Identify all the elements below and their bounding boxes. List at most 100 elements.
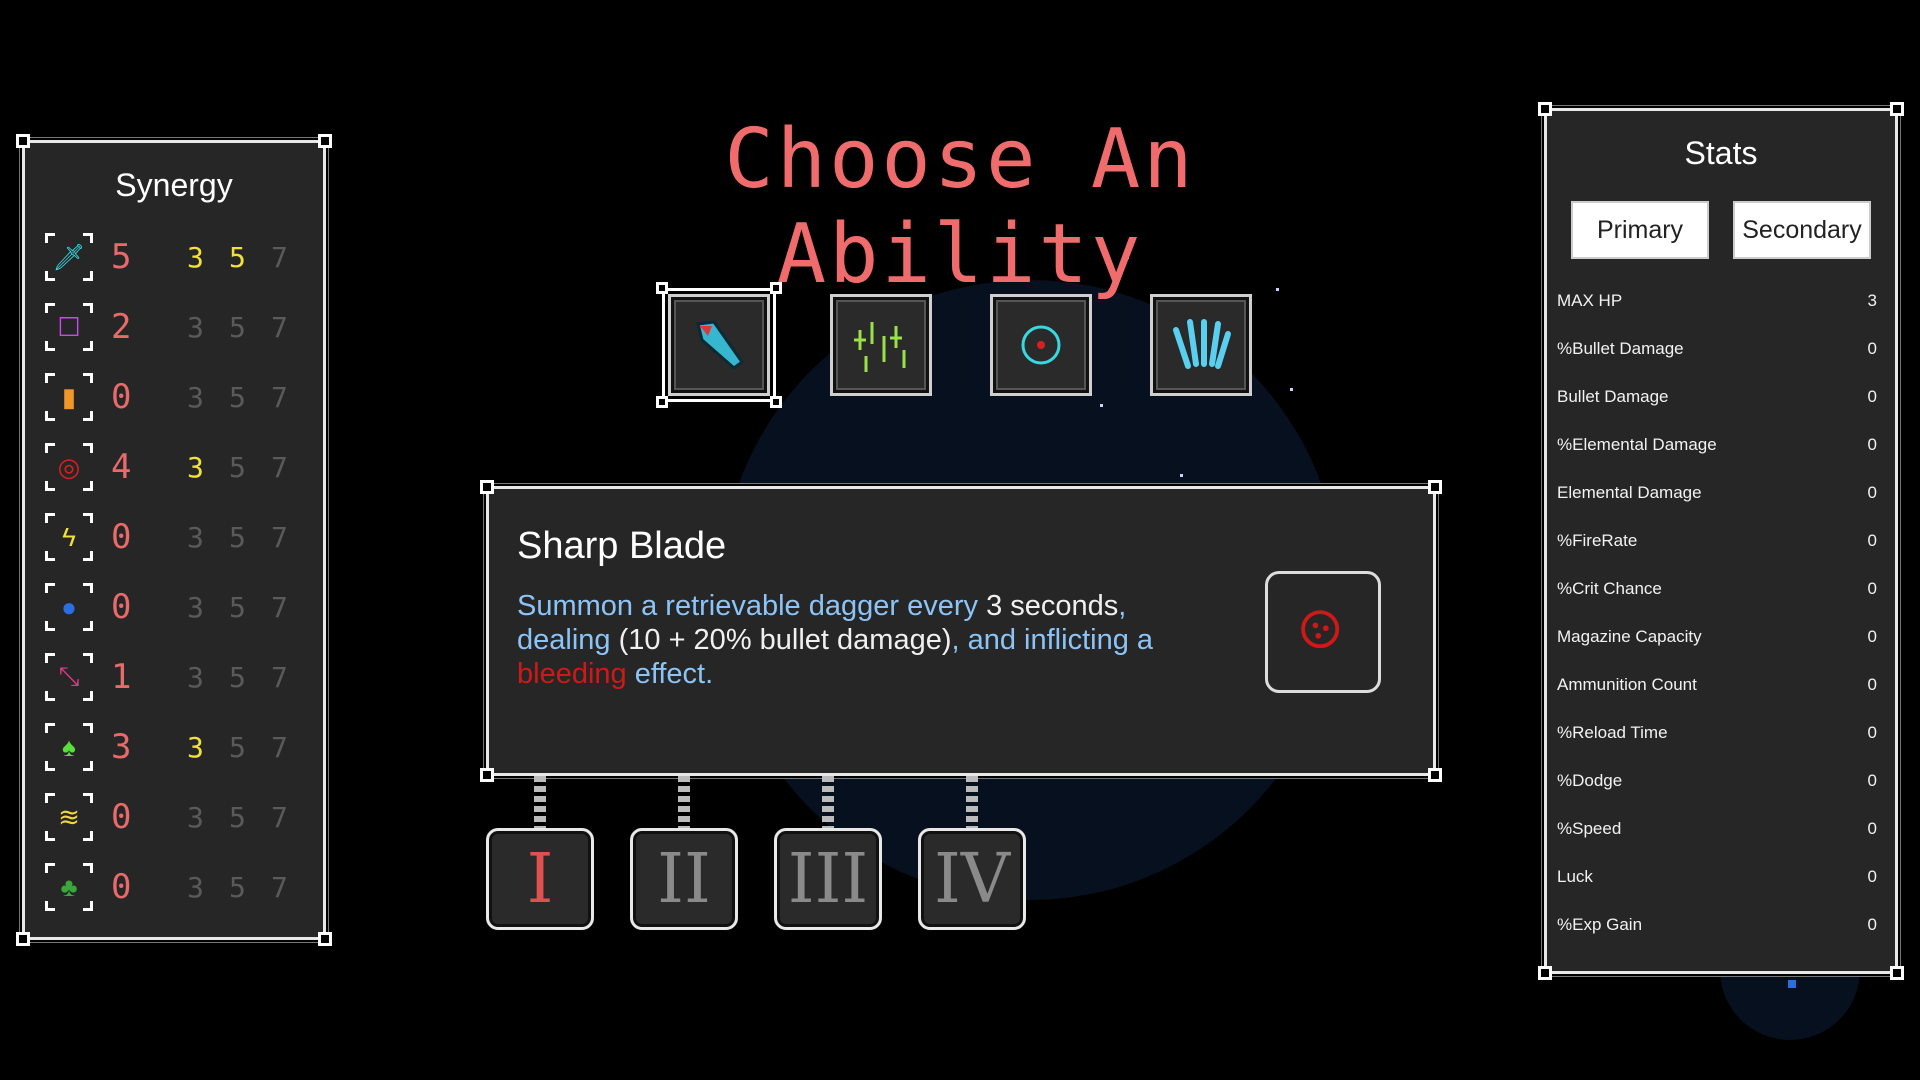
synergy-row: ⤡ 1 357 — [45, 653, 305, 703]
synergy-threshold: 7 — [271, 241, 288, 274]
synergy-threshold: 7 — [271, 381, 288, 414]
synergy-threshold: 3 — [187, 661, 204, 694]
synergy-count: 0 — [111, 797, 132, 837]
ability-slot-3[interactable] — [990, 294, 1092, 396]
synergy-glyph: ◎ — [57, 451, 81, 482]
synergy-count: 5 — [111, 237, 132, 277]
tab-primary[interactable]: Primary — [1571, 201, 1709, 259]
synergy-threshold: 5 — [229, 591, 246, 624]
synergy-threshold: 5 — [229, 731, 246, 764]
selection-corner — [770, 282, 782, 294]
stat-value: 0 — [1867, 531, 1877, 550]
star — [1180, 474, 1183, 477]
synergy-threshold: 7 — [271, 731, 288, 764]
synergy-threshold: 3 — [187, 241, 204, 274]
synergy-threshold: 5 — [229, 521, 246, 554]
stat-value: 3 — [1867, 291, 1877, 310]
stat-value: 0 — [1867, 819, 1877, 838]
synergy-row: ☐ 2 357 — [45, 303, 305, 353]
sword-icon: 🗡 — [45, 233, 93, 281]
synergy-threshold: 3 — [187, 801, 204, 834]
stat-value: 0 — [1867, 627, 1877, 646]
synergy-glyph: ⤡ — [58, 661, 80, 691]
tier-plate-1[interactable]: I — [486, 828, 594, 930]
ability-slot-2[interactable] — [830, 294, 932, 396]
bleed-icon: ◎ — [45, 443, 93, 491]
selection-corner — [656, 282, 668, 294]
tier-plate-3[interactable]: III — [774, 828, 882, 930]
desc-part: , — [1118, 590, 1127, 622]
star — [1100, 404, 1103, 407]
stat-name: %Elemental Damage — [1557, 435, 1717, 454]
desc-part: Summon a retrievable dagger every — [517, 590, 987, 622]
stats-title: Stats — [1684, 135, 1758, 171]
stat-row: Ammunition Count 0 — [1557, 675, 1877, 705]
lightning-icon: ϟ — [45, 513, 93, 561]
synergy-threshold: 5 — [229, 241, 246, 274]
frame-corner — [480, 480, 494, 494]
synergy-threshold: 7 — [271, 801, 288, 834]
synergy-threshold: 5 — [229, 311, 246, 344]
synergy-threshold: 3 — [187, 311, 204, 344]
stat-value: 0 — [1867, 675, 1877, 694]
frame-corner — [1538, 102, 1552, 116]
synergy-threshold: 7 — [271, 311, 288, 344]
stat-row: Bullet Damage 0 — [1557, 387, 1877, 417]
tab-secondary[interactable]: Secondary — [1733, 201, 1871, 259]
leaf-icon: ♠ — [45, 723, 93, 771]
synergy-threshold: 3 — [187, 381, 204, 414]
stat-value: 0 — [1867, 339, 1877, 358]
stat-value: 0 — [1867, 579, 1877, 598]
stat-value: 0 — [1867, 915, 1877, 934]
synergy-count: 0 — [111, 517, 132, 557]
stat-row: %Elemental Damage 0 — [1557, 435, 1877, 465]
synergy-threshold: 3 — [187, 591, 204, 624]
ability-description-panel: Sharp Blade Summon a retrievable dagger … — [480, 480, 1442, 782]
selection-corner — [770, 396, 782, 408]
frame-corner — [1428, 480, 1442, 494]
synergy-glyph: ♣ — [60, 871, 78, 902]
stat-name: %Bullet Damage — [1557, 339, 1684, 358]
synergy-threshold: 7 — [271, 661, 288, 694]
arrows-icon: ⤡ — [45, 653, 93, 701]
water-drop-icon: ● — [45, 583, 93, 631]
stat-value: 0 — [1867, 867, 1877, 886]
synergy-row: 🗡 5 357 — [45, 233, 305, 283]
synergy-threshold: 7 — [271, 591, 288, 624]
frame-corner — [16, 932, 30, 946]
synergy-threshold: 7 — [271, 871, 288, 904]
frame-corner — [1890, 966, 1904, 980]
tree-icon: ♣ — [45, 863, 93, 911]
stat-row: Elemental Damage 0 — [1557, 483, 1877, 513]
stat-name: %Crit Chance — [1557, 579, 1662, 598]
synergy-glyph: ☐ — [57, 311, 81, 342]
stat-name: Ammunition Count — [1557, 675, 1697, 694]
tier-plate-4[interactable]: IV — [918, 828, 1026, 930]
stat-name: %Exp Gain — [1557, 915, 1643, 934]
frame-corner — [480, 768, 494, 782]
bleed-icon — [1301, 610, 1340, 649]
desc-part: (10 + 20% bullet damage) — [618, 624, 952, 656]
tier-chain — [534, 776, 546, 828]
ability-name: Sharp Blade — [517, 525, 727, 567]
desc-part: 3 seconds — [986, 590, 1119, 622]
desc-part: effect. — [626, 658, 714, 690]
synergy-glyph: 🗡 — [52, 241, 86, 272]
tier-plate-2[interactable]: II — [630, 828, 738, 930]
synergy-count: 2 — [111, 307, 132, 347]
stat-name: MAX HP — [1557, 291, 1623, 310]
synergy-threshold: 3 — [187, 731, 204, 764]
ability-slot-sharp-blade[interactable] — [668, 294, 770, 396]
synergy-type-badge — [1265, 571, 1381, 693]
page-title: Choose An Ability — [724, 112, 1196, 302]
synergy-threshold: 7 — [271, 451, 288, 484]
desc-part: , and inflicting a — [951, 624, 1154, 656]
synergy-threshold: 5 — [229, 451, 246, 484]
stat-row: MAX HP 3 — [1557, 291, 1877, 321]
tier-chain — [966, 776, 978, 828]
desc-part: bleeding — [517, 658, 627, 690]
synergy-row: ϟ 0 357 — [45, 513, 305, 563]
stat-value: 0 — [1867, 483, 1877, 502]
ability-slot-4[interactable] — [1150, 294, 1252, 396]
synergy-threshold: 5 — [229, 871, 246, 904]
